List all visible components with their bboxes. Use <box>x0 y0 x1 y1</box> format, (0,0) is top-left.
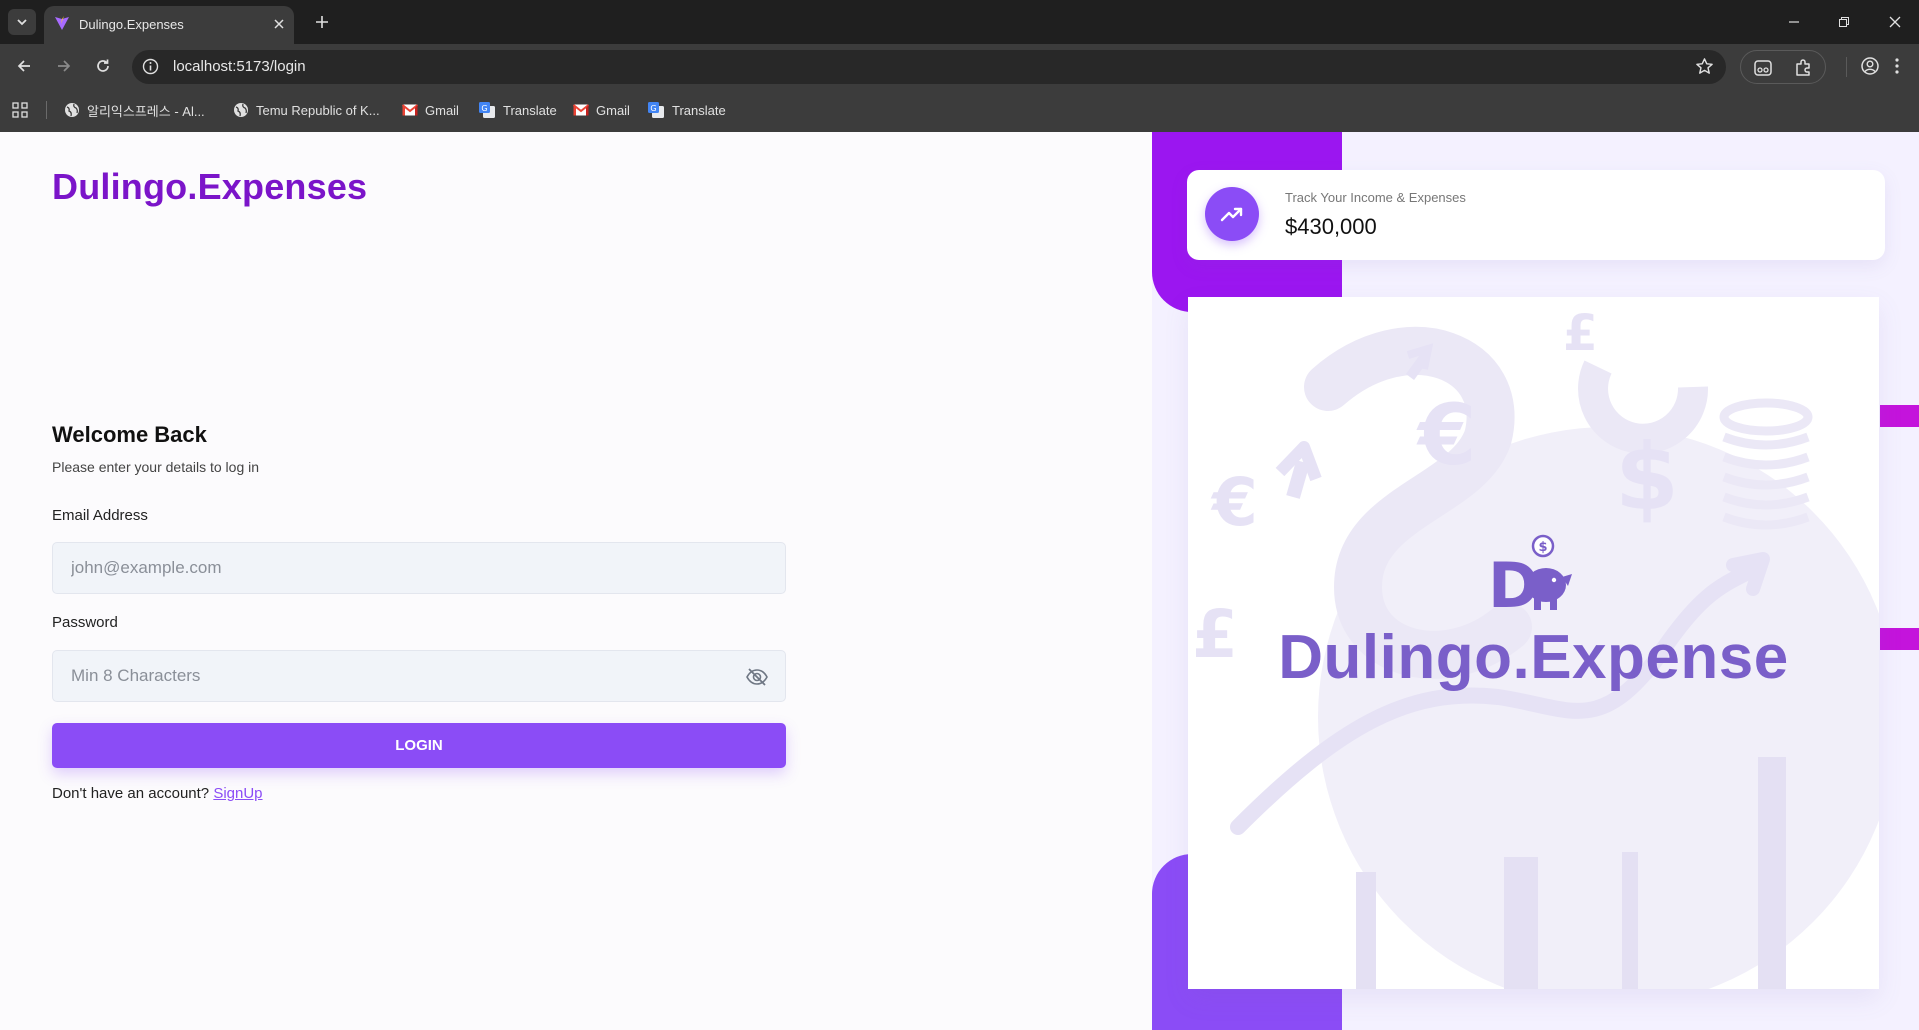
trending-up-icon <box>1220 207 1243 222</box>
globe-icon <box>234 103 248 117</box>
bookmark-item[interactable]: G Translate <box>478 100 557 120</box>
gmail-icon <box>573 104 589 116</box>
close-window-button[interactable] <box>1883 10 1907 34</box>
bookmark-label: Translate <box>672 102 726 118</box>
bookmark-label: Temu Republic of K... <box>256 102 380 118</box>
decorative-stripe <box>1880 405 1919 427</box>
svg-text:£: £ <box>1563 304 1598 362</box>
tab-search-button[interactable] <box>8 9 36 35</box>
stat-card: Track Your Income & Expenses $430,000 <box>1187 170 1885 260</box>
page-viewport: Dulingo.Expenses Welcome Back Please ent… <box>0 132 1919 1030</box>
bookmark-label: 알리익스프레스 - Al... <box>87 103 205 119</box>
tab-close-button[interactable] <box>270 15 288 33</box>
back-button[interactable] <box>12 54 36 78</box>
signup-link[interactable]: SignUp <box>213 785 262 802</box>
extensions-group <box>1740 50 1826 84</box>
arrow-left-icon <box>17 60 30 72</box>
password-label: Password <box>52 614 118 631</box>
login-button[interactable]: LOGIN <box>52 723 786 768</box>
info-icon[interactable] <box>142 58 159 75</box>
brand-logo-text: Dulingo.Expenses <box>52 166 368 207</box>
bookmark-item[interactable]: Temu Republic of K... <box>233 100 380 120</box>
email-field-container <box>52 542 786 594</box>
login-panel: Dulingo.Expenses Welcome Back Please ent… <box>0 132 1152 1030</box>
reload-icon <box>97 59 109 72</box>
toolbar-divider <box>1846 57 1847 77</box>
globe-icon <box>65 103 79 117</box>
kebab-menu-icon <box>1895 58 1899 74</box>
bookmark-item[interactable]: G Translate <box>647 100 726 120</box>
apps-grid-icon <box>12 102 28 118</box>
gmail-icon <box>402 104 418 116</box>
plus-icon <box>316 16 328 28</box>
stat-label: Track Your Income & Expenses <box>1285 190 1466 205</box>
close-icon <box>1889 16 1901 28</box>
tab-title: Dulingo.Expenses <box>79 17 184 32</box>
bookmark-star-icon[interactable] <box>1695 57 1714 76</box>
promo-panel: Track Your Income & Expenses $430,000 € … <box>1152 132 1919 1030</box>
translate-icon: G <box>479 102 495 118</box>
piggy-bank-logo-icon: D $ <box>1488 534 1572 617</box>
minimize-icon <box>1789 21 1799 23</box>
arrow-right-icon <box>58 60 71 72</box>
translate-icon: G <box>648 102 664 118</box>
new-tab-button[interactable] <box>310 10 334 34</box>
bookmark-item[interactable]: 알리익스프레스 - Al... <box>64 100 205 120</box>
active-tab[interactable]: Dulingo.Expenses <box>44 6 294 44</box>
signup-prompt-text: Don't have an account? <box>52 785 210 802</box>
hero-illustration: € $ £ € £ D $ Dulingo.Expense <box>1188 297 1879 989</box>
decorative-stripe <box>1880 628 1919 650</box>
password-field-container <box>52 650 786 702</box>
svg-text:$: $ <box>1538 540 1547 555</box>
browser-tab-strip: Dulingo.Expenses <box>0 0 1919 44</box>
svg-text:$: $ <box>1615 424 1679 531</box>
chevron-down-icon <box>17 19 27 26</box>
hero-title: Dulingo.Expense <box>1278 623 1789 692</box>
close-icon <box>274 19 284 29</box>
minimize-button[interactable] <box>1782 10 1806 34</box>
bookmarks-separator <box>46 101 47 119</box>
email-field[interactable] <box>53 543 785 593</box>
bookmark-label: Translate <box>503 102 557 118</box>
svg-text:€: € <box>1210 464 1258 541</box>
stat-icon-badge <box>1205 187 1259 241</box>
stat-value: $430,000 <box>1285 214 1377 239</box>
password-field[interactable] <box>53 651 785 701</box>
browser-toolbar: localhost:5173/login <box>0 44 1919 88</box>
bookmarks-bar: 알리익스프레스 - Al... Temu Republic of K... Gm… <box>0 88 1919 132</box>
page-title: Welcome Back <box>52 422 207 447</box>
eye-off-icon[interactable] <box>745 665 769 689</box>
forward-button[interactable] <box>52 54 76 78</box>
svg-text:€: € <box>1416 386 1476 484</box>
svg-text:G: G <box>481 104 487 113</box>
bookmark-label: Gmail <box>596 102 630 118</box>
reload-button[interactable] <box>91 54 115 78</box>
vite-logo-icon <box>55 16 69 30</box>
apps-button[interactable] <box>12 100 28 120</box>
extensions-puzzle-icon[interactable] <box>1793 58 1813 78</box>
account-circle-icon <box>1861 57 1879 75</box>
bookmark-label: Gmail <box>425 102 459 118</box>
svg-text:G: G <box>650 104 656 113</box>
bookmark-item[interactable]: Gmail <box>402 100 459 120</box>
reading-mode-icon[interactable] <box>1753 58 1773 78</box>
profile-button[interactable] <box>1858 54 1882 78</box>
restore-icon <box>1839 17 1849 27</box>
browser-menu-button[interactable] <box>1885 54 1909 78</box>
restore-button[interactable] <box>1832 10 1856 34</box>
signup-prompt-row: Don't have an account? SignUp <box>52 785 263 802</box>
bookmark-item[interactable]: Gmail <box>573 100 630 120</box>
email-label: Email Address <box>52 507 148 524</box>
address-bar[interactable]: localhost:5173/login <box>132 50 1726 84</box>
url-text[interactable]: localhost:5173/login <box>173 58 306 75</box>
login-subtitle: Please enter your details to log in <box>52 459 260 475</box>
